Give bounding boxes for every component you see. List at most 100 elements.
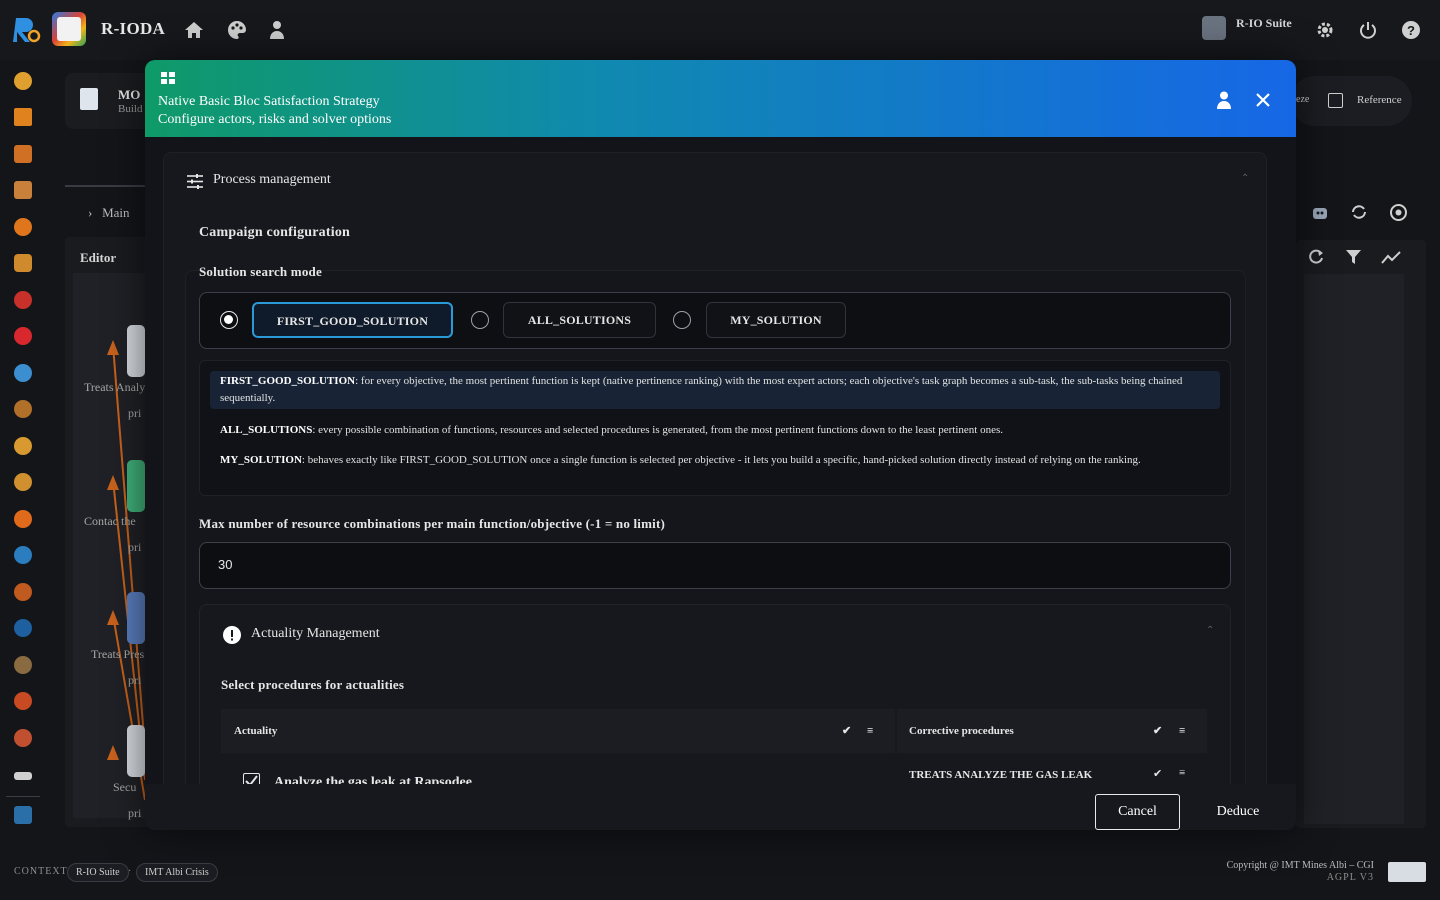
modal-subtitle: Configure actors, risks and solver optio… xyxy=(158,112,392,127)
truck-icon[interactable] xyxy=(14,181,32,199)
node-label: Treats Pres xyxy=(91,647,145,661)
modal-header: Native Basic Bloc Satisfaction Strategy … xyxy=(145,60,1296,137)
modal-body: Process management ⌃ Campaign configurat… xyxy=(145,137,1296,784)
deduce-button[interactable]: Deduce xyxy=(1198,794,1278,830)
reference-checkbox[interactable] xyxy=(1328,93,1343,108)
app-title: R-IODA xyxy=(101,19,166,38)
ri-logo-icon[interactable] xyxy=(12,14,42,44)
warning-icon[interactable] xyxy=(14,108,32,126)
gear-icon[interactable] xyxy=(1315,20,1335,40)
radio-first-good-solution[interactable] xyxy=(220,311,238,329)
description-first-good-solution: FIRST_GOOD_SOLUTION: for every objective… xyxy=(210,371,1220,409)
option-my-solution[interactable]: MY_SOLUTION xyxy=(706,302,846,338)
search-mode-group: FIRST_GOOD_SOLUTION ALL_SOLUTIONS MY_SOL… xyxy=(199,292,1231,349)
robot-icon[interactable] xyxy=(1310,202,1330,222)
node-sublabel: pri xyxy=(128,806,142,820)
menu-icon[interactable]: ≡ xyxy=(867,709,873,753)
close-icon[interactable] xyxy=(1256,93,1270,107)
radio-my-solution[interactable] xyxy=(673,311,691,329)
window-icon xyxy=(161,72,175,84)
background-tab-subtitle: Build xyxy=(118,103,143,115)
right-panel xyxy=(1296,240,1426,828)
power-icon[interactable] xyxy=(1358,20,1378,40)
strategy-modal: Native Basic Bloc Satisfaction Strategy … xyxy=(145,60,1296,830)
top-bar: R-IODA R-IO Suite ? xyxy=(0,0,1440,60)
search-mode-label: Solution search mode xyxy=(199,264,322,279)
option-first-good-solution[interactable]: FIRST_GOOD_SOLUTION xyxy=(252,302,453,338)
menu-icon[interactable]: ≡ xyxy=(1179,709,1185,753)
person-icon[interactable] xyxy=(14,656,32,674)
water-icon[interactable] xyxy=(14,546,32,564)
actuality-title[interactable]: Actuality Management xyxy=(251,626,380,642)
radio-all-solutions[interactable] xyxy=(471,311,489,329)
description-key: MY_SOLUTION xyxy=(220,454,302,466)
palette-icon[interactable] xyxy=(227,20,247,40)
target-icon[interactable] xyxy=(14,218,32,236)
fire-icon[interactable] xyxy=(14,510,32,528)
heart-icon[interactable] xyxy=(14,327,32,345)
alarm-icon[interactable] xyxy=(14,291,32,309)
app-logo-icon[interactable] xyxy=(52,12,86,46)
breadcrumb[interactable]: › Main xyxy=(88,205,130,221)
network-icon[interactable] xyxy=(14,619,32,637)
help-icon[interactable]: ? xyxy=(1401,20,1421,40)
node-label: Contac the xyxy=(84,514,136,528)
actuality-checkbox[interactable] xyxy=(243,773,260,784)
home-icon[interactable] xyxy=(184,20,204,40)
build-icon xyxy=(80,88,98,110)
lung-icon[interactable] xyxy=(14,437,32,455)
trend-icon[interactable] xyxy=(1381,249,1402,265)
tree-icon[interactable] xyxy=(14,473,32,491)
corrective-procedure[interactable]: TREATS ANALYZE THE GAS LEAK xyxy=(909,769,1092,781)
thermometer-icon[interactable] xyxy=(14,583,32,601)
user-label[interactable]: R-IO Suite xyxy=(1236,16,1292,31)
search-mode-descriptions: FIRST_GOOD_SOLUTION: for every objective… xyxy=(199,360,1231,496)
description-text: : behaves exactly like FIRST_GOOD_SOLUTI… xyxy=(301,454,1141,466)
box-icon[interactable] xyxy=(14,254,32,272)
compass-icon[interactable] xyxy=(14,692,32,710)
sync-icon[interactable] xyxy=(1350,203,1368,221)
reference-label: Reference xyxy=(1357,94,1402,106)
context-chip-suite[interactable]: R-IO Suite xyxy=(67,863,129,882)
section-title[interactable]: Process management xyxy=(213,172,331,188)
max-combinations-input[interactable]: 30 xyxy=(199,542,1231,589)
column-header-actuality: Actuality ✔︎ ≡ xyxy=(221,709,895,753)
plane-icon[interactable] xyxy=(14,772,32,780)
collapse-icon[interactable]: ⌃ xyxy=(1241,173,1249,184)
refresh-icon[interactable] xyxy=(1307,248,1325,266)
description-my-solution: MY_SOLUTION: behaves exactly like FIRST_… xyxy=(220,452,1215,469)
history-icon[interactable] xyxy=(1389,203,1408,222)
document-icon[interactable] xyxy=(14,145,32,163)
left-sidebar xyxy=(0,60,46,840)
breadcrumb-main[interactable]: Main xyxy=(102,205,129,220)
node-label: Secu xyxy=(113,780,137,794)
cancel-button[interactable]: Cancel xyxy=(1095,794,1180,830)
option-all-solutions[interactable]: ALL_SOLUTIONS xyxy=(503,302,656,338)
context-chip-crisis[interactable]: IMT Albi Crisis xyxy=(136,863,218,882)
avatar[interactable] xyxy=(1202,16,1226,40)
graph-icon[interactable] xyxy=(14,806,32,824)
virus-icon[interactable] xyxy=(14,729,32,747)
node-sublabel: pri xyxy=(128,673,142,687)
chip-separator: · xyxy=(128,866,132,877)
node-sublabel: pri xyxy=(128,406,142,420)
user-tie-icon[interactable] xyxy=(1216,91,1232,109)
collapse-icon[interactable]: ⌃ xyxy=(1206,625,1214,636)
filter-icon[interactable] xyxy=(1345,249,1362,265)
freeze-label: eze xyxy=(1296,94,1310,105)
check-icon[interactable]: ✔︎ xyxy=(1153,767,1162,780)
table-row: Analyze the gas leak at Rapsodee TREATS … xyxy=(221,753,1209,784)
license-text: AGPL V3 xyxy=(1326,872,1374,883)
column-header-corrective: Corrective procedures ✔︎ ≡ xyxy=(897,709,1207,753)
check-all-icon[interactable]: ✔︎ xyxy=(1153,709,1162,753)
copyright: Copyright @ IMT Mines Albi – CGI AGPL V3 xyxy=(1200,860,1374,884)
user-tie-icon[interactable] xyxy=(267,20,287,40)
menu-icon[interactable]: ≡ xyxy=(1179,767,1185,779)
background-toolbar: eze Reference xyxy=(1290,76,1412,126)
description-all-solutions: ALL_SOLUTIONS: every possible combinatio… xyxy=(220,422,1215,439)
check-all-icon[interactable]: ✔︎ xyxy=(842,709,851,753)
tools-icon[interactable] xyxy=(14,364,32,382)
hand-icon[interactable] xyxy=(14,400,32,418)
background-tab-card[interactable]: MO Build xyxy=(65,73,155,129)
sidebar-tool-icon[interactable] xyxy=(14,72,32,90)
